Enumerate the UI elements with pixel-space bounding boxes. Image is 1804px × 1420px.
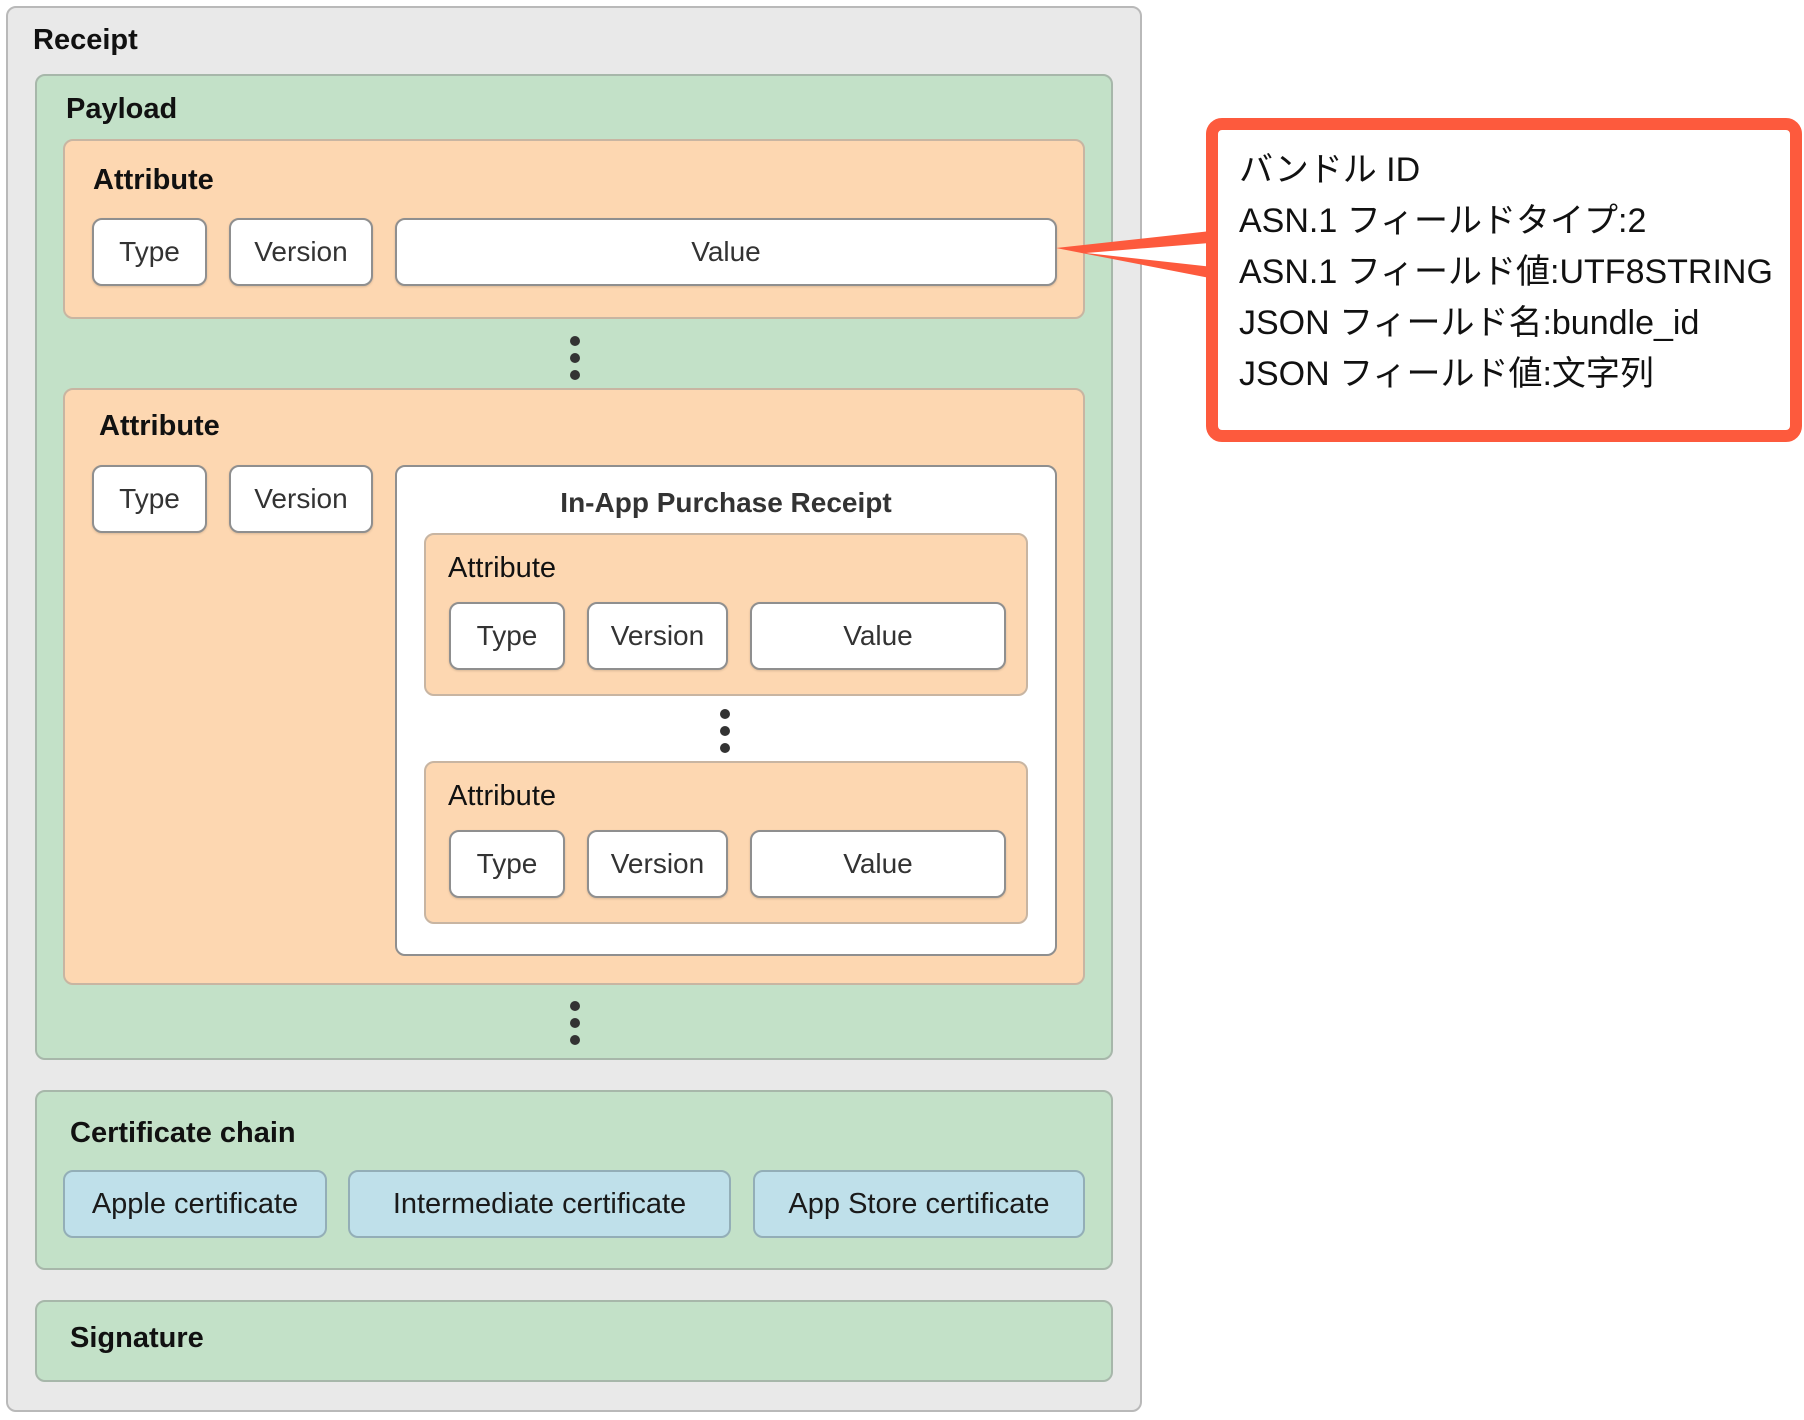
version-field: Version xyxy=(587,830,728,898)
dot-icon xyxy=(570,353,580,363)
apple-certificate: Apple certificate xyxy=(63,1170,327,1238)
receipt-title: Receipt xyxy=(33,24,138,56)
dot-icon xyxy=(570,370,580,380)
callout-line-bundle-id: バンドル ID xyxy=(1239,151,1421,189)
certificate-chain-title: Certificate chain xyxy=(70,1117,296,1149)
inner-attribute-title: Attribute xyxy=(448,552,556,584)
dot-icon xyxy=(720,709,730,719)
dot-icon xyxy=(570,1018,580,1028)
type-field: Type xyxy=(449,830,565,898)
value-field: Value xyxy=(750,602,1006,670)
payload-title: Payload xyxy=(66,93,178,125)
callout-line-asn1-type: ASN.1 フィールドタイプ:2 xyxy=(1239,202,1647,240)
callout-line-json-value: JSON フィールド値:文字列 xyxy=(1239,355,1654,393)
dot-icon xyxy=(570,1035,580,1045)
callout-pointer-icon xyxy=(1056,230,1222,280)
dot-icon xyxy=(720,726,730,736)
ellipsis-icon xyxy=(570,1001,580,1045)
inner-attribute-title: Attribute xyxy=(448,780,556,812)
type-field: Type xyxy=(92,218,207,286)
attribute-title-bottom: Attribute xyxy=(99,410,220,442)
app-store-certificate: App Store certificate xyxy=(753,1170,1085,1238)
value-field: Value xyxy=(395,218,1057,286)
signature-title: Signature xyxy=(70,1322,204,1354)
type-field: Type xyxy=(92,465,207,533)
version-field: Version xyxy=(587,602,728,670)
dot-icon xyxy=(570,336,580,346)
version-field: Version xyxy=(229,465,373,533)
version-field: Version xyxy=(229,218,373,286)
ellipsis-icon xyxy=(570,336,580,380)
intermediate-certificate: Intermediate certificate xyxy=(348,1170,731,1238)
type-field: Type xyxy=(449,602,565,670)
dot-icon xyxy=(570,1001,580,1011)
callout-line-json-name: JSON フィールド名:bundle_id xyxy=(1239,304,1700,342)
attribute-title-top: Attribute xyxy=(93,164,214,196)
ellipsis-icon xyxy=(720,709,730,753)
dot-icon xyxy=(720,743,730,753)
in-app-purchase-receipt-title: In-App Purchase Receipt xyxy=(560,487,892,518)
value-field: Value xyxy=(750,830,1006,898)
callout-line-asn1-value: ASN.1 フィールド値:UTF8STRING xyxy=(1239,253,1773,291)
callout-text: バンドル ID ASN.1 フィールドタイプ:2 ASN.1 フィールド値:UT… xyxy=(1239,145,1773,400)
